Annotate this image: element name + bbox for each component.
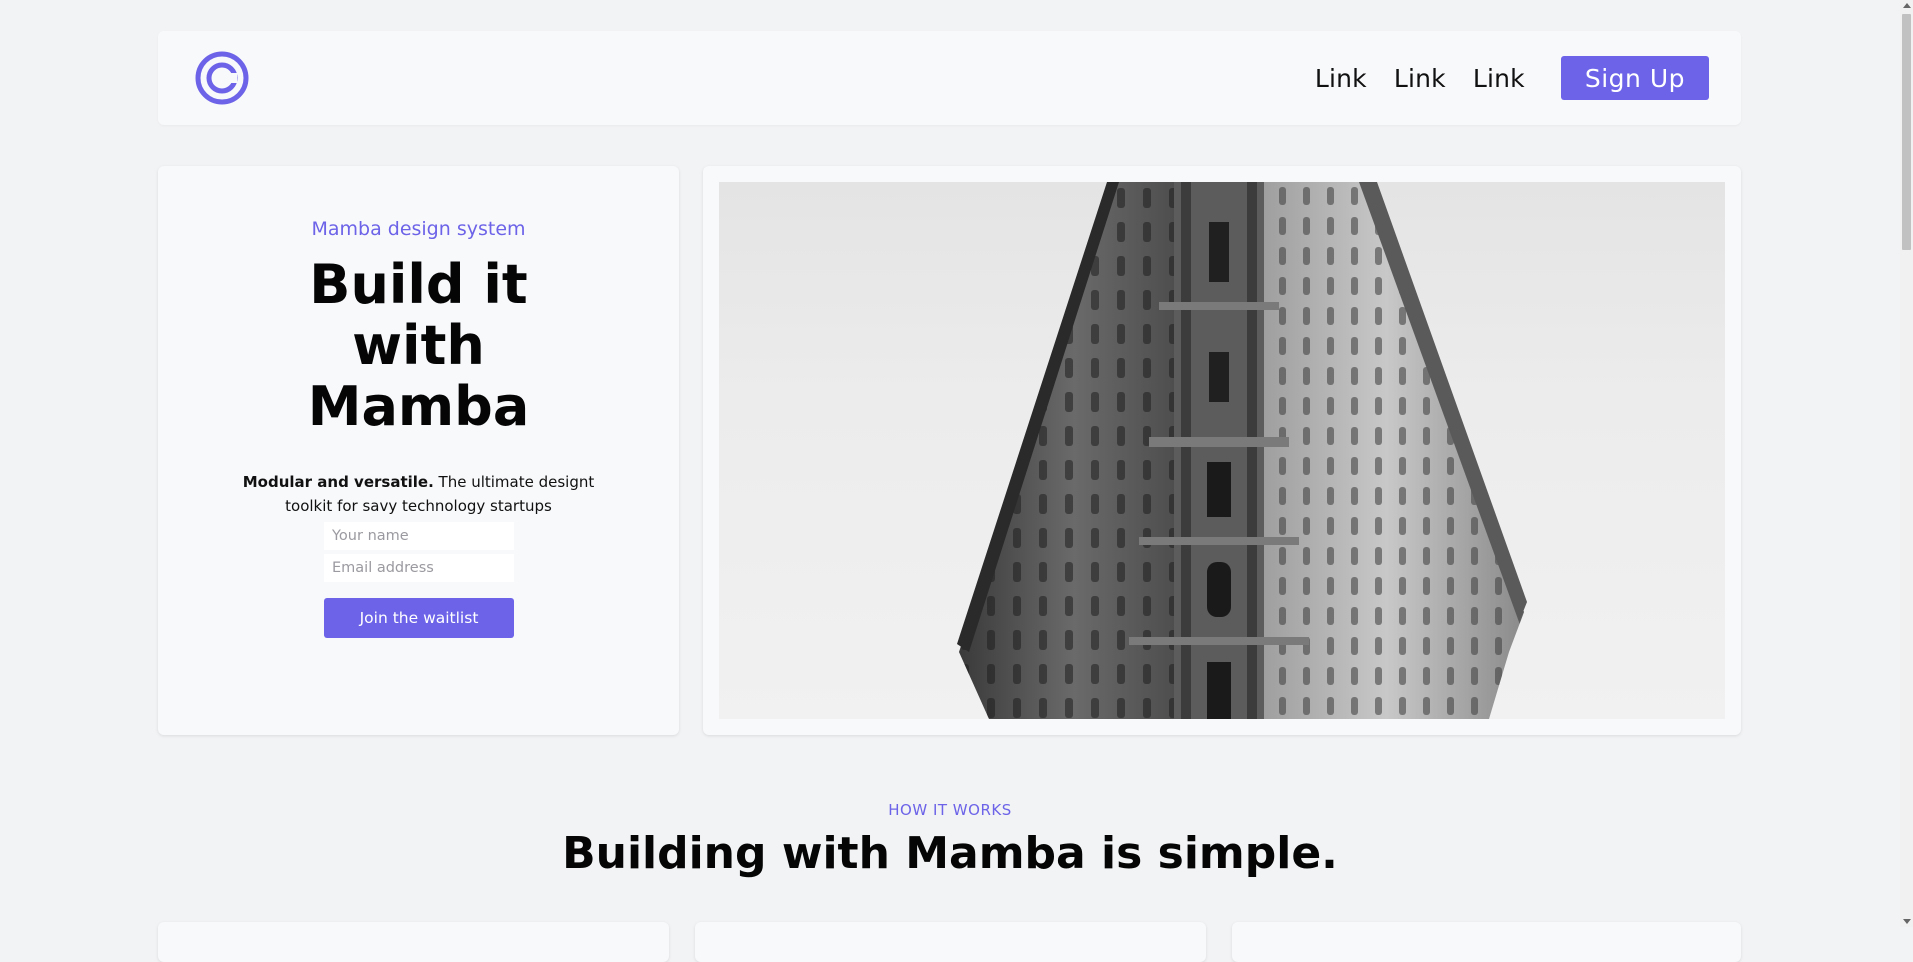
scrollbar-thumb[interactable]	[1902, 14, 1911, 250]
hero-card: Mamba design system Build it with Mamba …	[158, 166, 679, 735]
email-input[interactable]	[324, 554, 514, 582]
how-it-works-title: Building with Mamba is simple.	[562, 828, 1338, 879]
how-it-works-label: HOW IT WORKS	[888, 801, 1012, 819]
join-waitlist-button[interactable]: Join the waitlist	[324, 598, 514, 638]
step-card-2	[695, 922, 1206, 962]
nav-link-3[interactable]: Link	[1473, 64, 1525, 93]
hero-title-line-3: Mamba	[307, 375, 530, 438]
hero-image-card	[703, 166, 1741, 735]
scroll-down-arrow-icon[interactable]	[1903, 919, 1911, 924]
hero-title-line-1: Build it	[309, 253, 528, 316]
hero-description-bold: Modular and versatile.	[242, 473, 434, 491]
hero-description: Modular and versatile. The ultimate desi…	[228, 470, 609, 518]
flatiron-building-photo	[719, 182, 1725, 719]
name-input[interactable]	[324, 522, 514, 550]
hero-eyebrow: Mamba design system	[311, 218, 526, 240]
top-navigation: Link Link Link Sign Up	[158, 31, 1741, 125]
nav-link-1[interactable]: Link	[1315, 64, 1367, 93]
sign-up-button[interactable]: Sign Up	[1560, 56, 1709, 100]
scroll-up-arrow-icon[interactable]	[1903, 3, 1911, 8]
step-card-1	[158, 922, 669, 962]
hero-title-line-2: with	[352, 314, 485, 377]
step-card-3	[1232, 922, 1741, 962]
nav-links: Link Link Link Sign Up	[1315, 56, 1709, 100]
page-scrollbar[interactable]	[1900, 0, 1913, 927]
hero-title: Build it with Mamba	[158, 254, 679, 437]
logo-icon[interactable]	[195, 51, 249, 105]
nav-link-2[interactable]: Link	[1394, 64, 1446, 93]
